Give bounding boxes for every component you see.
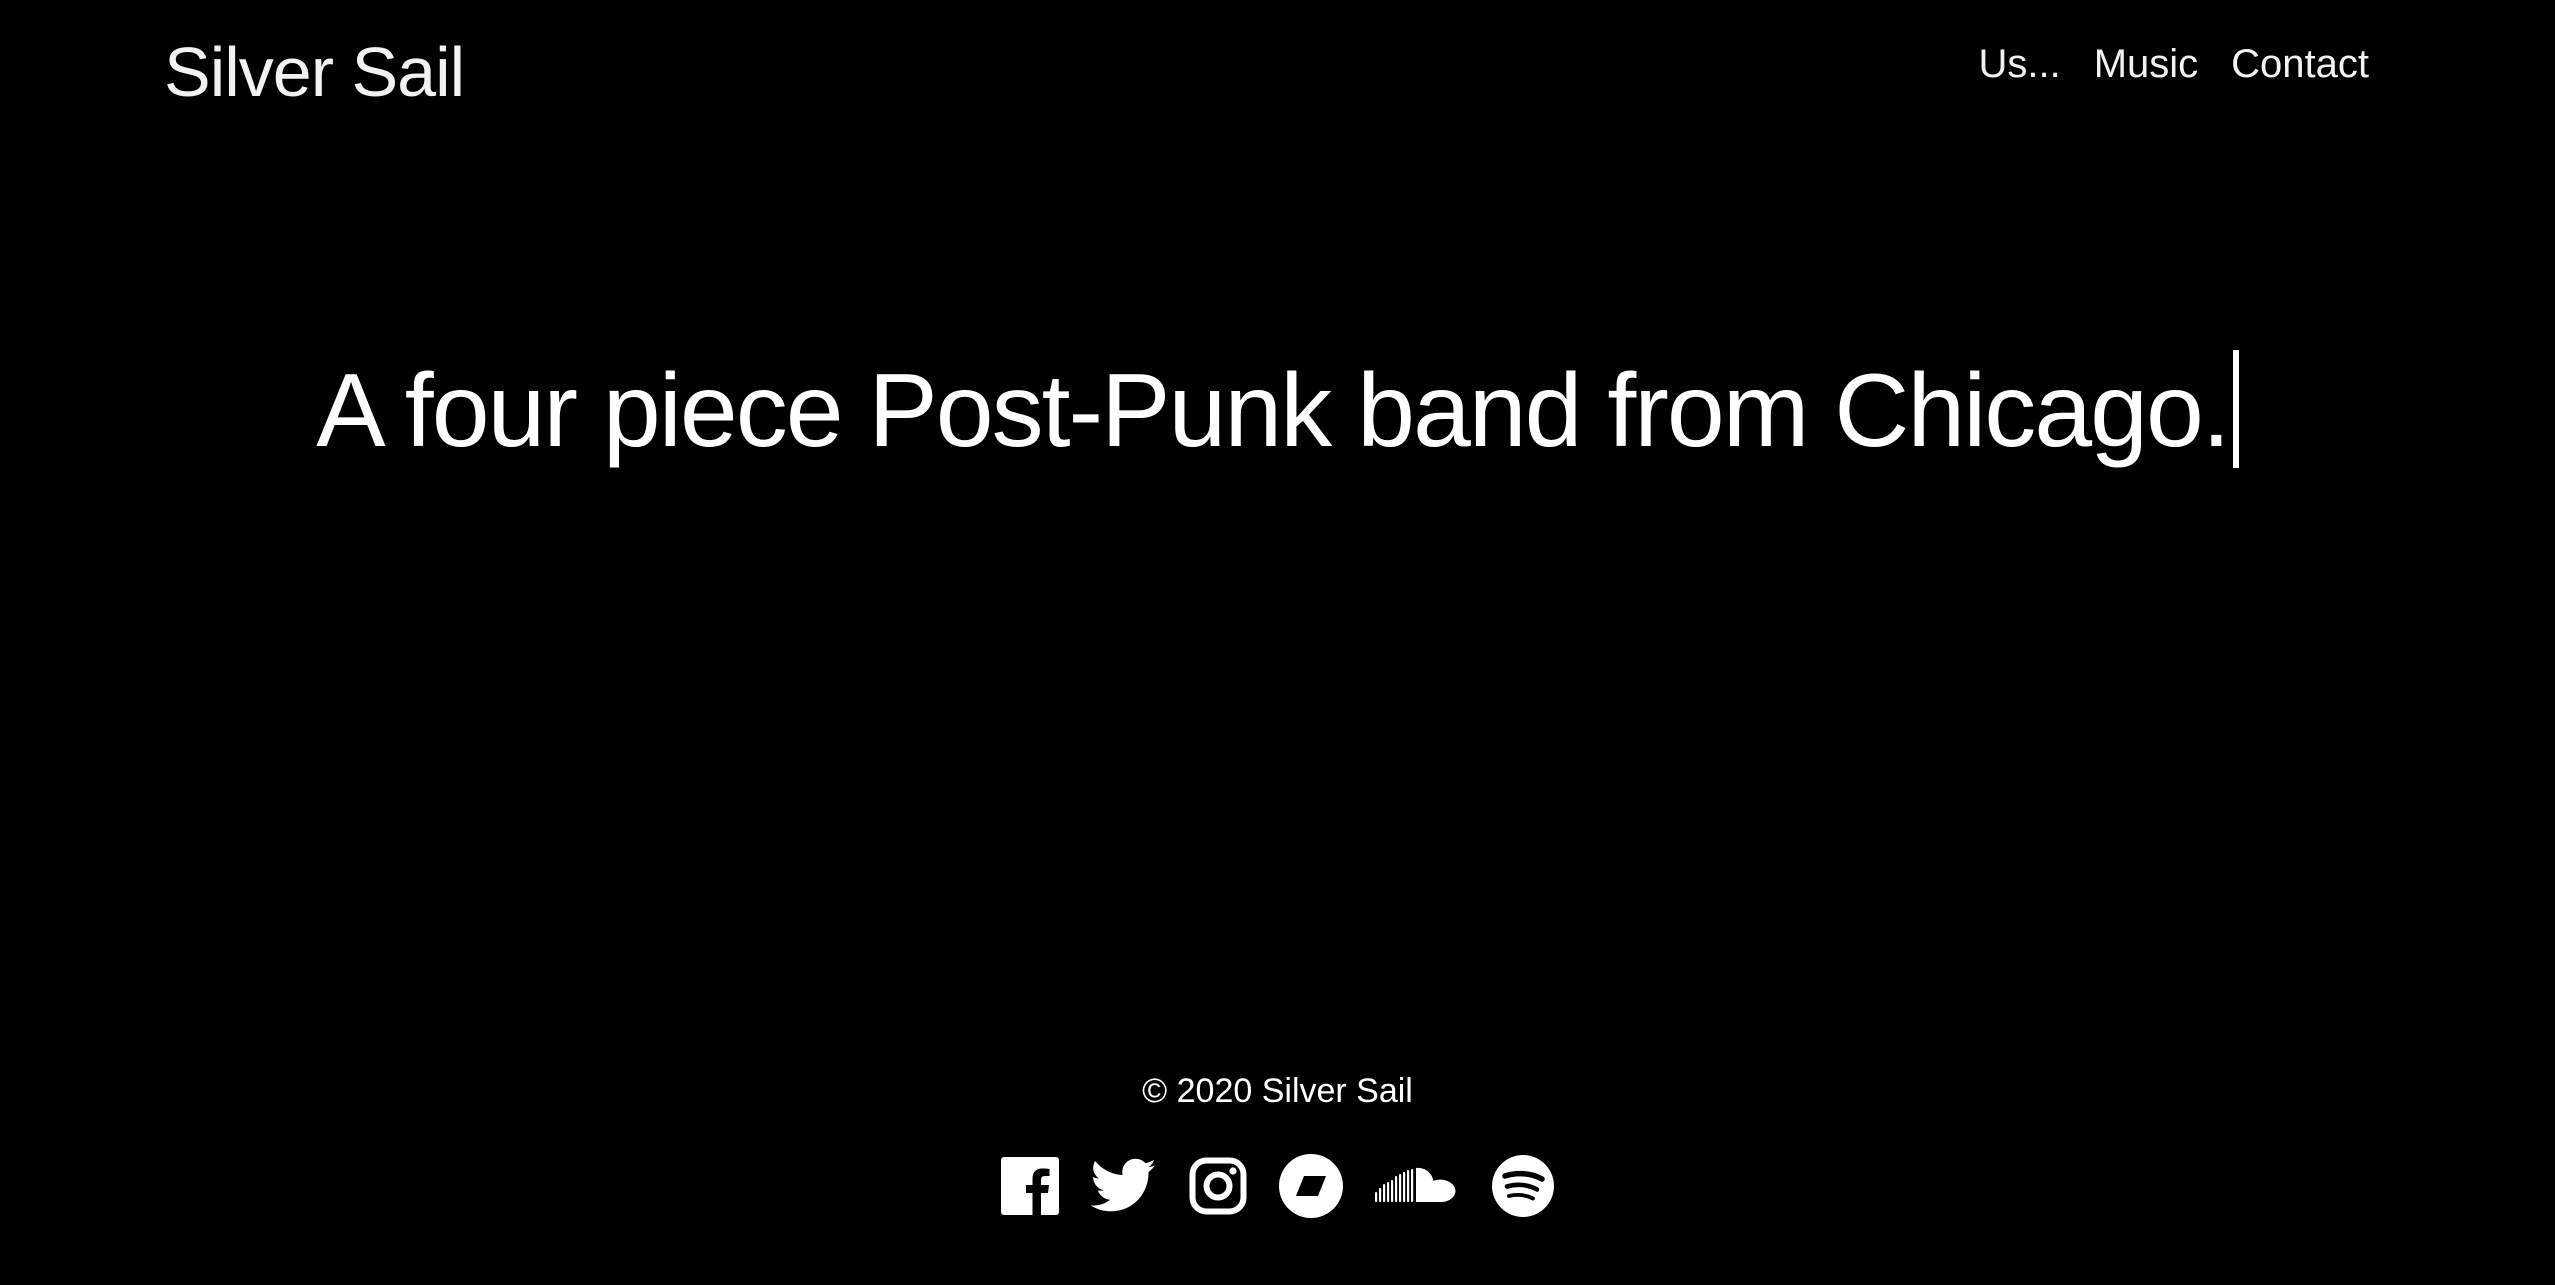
nav-link-us[interactable]: Us... [1978, 42, 2060, 87]
bandcamp-icon[interactable] [1278, 1153, 1343, 1219]
site-logo[interactable]: Silver Sail [164, 32, 465, 112]
instagram-icon[interactable] [1189, 1153, 1247, 1219]
spotify-icon[interactable] [1491, 1153, 1555, 1219]
main-nav: Us... Music Contact [1978, 42, 2369, 87]
soundcloud-icon[interactable] [1374, 1153, 1459, 1219]
hero-tagline: A four piece Post-Punk band from Chicago… [0, 350, 2555, 471]
footer: © 2020 Silver Sail [0, 1072, 2555, 1219]
hero-text: A four piece Post-Punk band from Chicago… [316, 353, 2230, 469]
text-cursor [2232, 350, 2239, 468]
page: Silver Sail Us... Music Contact A four p… [0, 0, 2555, 1285]
facebook-icon[interactable] [1000, 1153, 1059, 1219]
social-links [0, 1153, 2555, 1219]
twitter-icon[interactable] [1090, 1153, 1157, 1219]
copyright-text: © 2020 Silver Sail [1142, 1072, 1413, 1110]
nav-link-contact[interactable]: Contact [2231, 42, 2369, 87]
nav-link-music[interactable]: Music [2094, 42, 2198, 87]
